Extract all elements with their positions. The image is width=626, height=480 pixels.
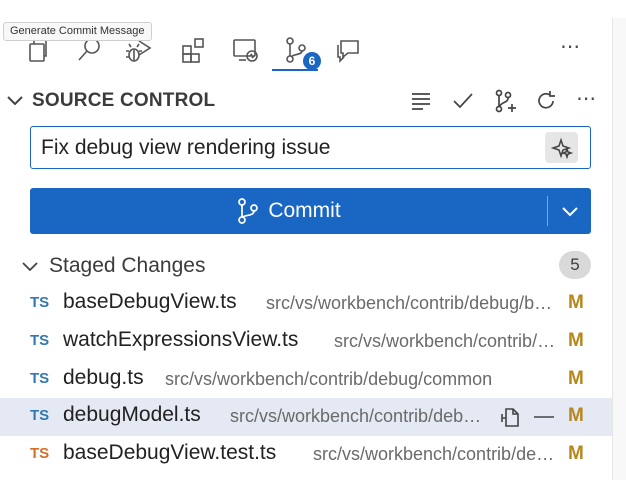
refresh-icon[interactable] [531,86,561,116]
file-row[interactable]: TS debug.ts src/vs/workbench/contrib/deb… [0,361,612,399]
sparkle-icon [550,137,573,159]
file-status: M [568,443,584,464]
staged-changes-title: Staged Changes [49,254,206,277]
chevron-down-icon[interactable] [4,89,26,111]
file-name: baseDebugView.ts [63,290,237,313]
staged-changes-header[interactable]: Staged Changes 5 [0,250,612,282]
commit-main-action[interactable]: Commit [30,188,547,234]
file-path: src/vs/workbench/contrib/debug/browser [334,331,558,351]
chevron-down-icon [561,207,578,217]
commit-message-input[interactable]: Fix debug view rendering issue [30,126,591,169]
commit-check-icon[interactable] [448,86,478,116]
file-row[interactable]: TS baseDebugView.ts src/vs/workbench/con… [0,285,612,323]
generate-commit-message-button[interactable] [545,132,578,163]
commit-dropdown-button[interactable] [548,188,591,234]
typescript-file-icon: TS [30,332,50,349]
file-status: M [568,368,584,389]
file-path: src/vs/workbench/contrib/debug/common [165,369,493,389]
file-status: M [568,330,584,351]
file-name: debugModel.ts [63,403,201,426]
commit-message-text[interactable]: Fix debug view rendering issue [41,136,331,160]
views-more-icon[interactable]: ⋯ [560,34,581,59]
tooltip: Generate Commit Message [3,22,152,41]
open-file-icon[interactable] [496,403,524,431]
chat-icon[interactable] [330,32,366,68]
file-row[interactable]: TS baseDebugView.test.ts src/vs/workbenc… [0,436,612,474]
commit-button[interactable]: Commit [30,188,591,234]
commit-label: Commit [268,199,341,222]
source-control-header[interactable]: SOURCE CONTROL ⋯ [0,84,612,116]
file-name: baseDebugView.test.ts [63,441,277,464]
more-actions-icon[interactable]: ⋯ [576,86,597,111]
file-status: M [568,405,584,426]
typescript-file-icon: TS [30,370,50,387]
branch-icon [238,198,259,224]
file-name: watchExpressionsView.ts [63,328,299,351]
file-row[interactable]: TS watchExpressionsView.ts src/vs/workbe… [0,323,612,361]
create-pull-request-icon[interactable] [490,86,520,116]
editor-edge-top [612,0,626,18]
source-control-badge: 6 [303,52,321,70]
typescript-file-icon: TS [30,407,50,424]
editor-edge [612,18,626,480]
typescript-file-icon: TS [30,294,50,311]
remote-explorer-icon[interactable] [227,32,263,68]
file-row[interactable]: TS debugModel.ts src/vs/workbench/contri… [0,398,612,436]
view-as-tree-icon[interactable] [406,86,436,116]
unstage-icon[interactable] [530,403,558,431]
typescript-test-file-icon: TS [30,445,50,462]
staged-count-badge: 5 [559,251,591,279]
file-path: src/vs/workbench/contrib/debug/browser [266,293,558,313]
file-name: debug.ts [63,366,144,389]
file-path: src/vs/workbench/contrib/debug/test/brow… [313,444,558,464]
file-status: M [568,292,584,313]
extensions-icon[interactable] [176,32,212,68]
section-title: SOURCE CONTROL [32,90,216,111]
chevron-down-icon[interactable] [20,256,40,276]
file-path: src/vs/workbench/contrib/debug/common [230,406,490,426]
